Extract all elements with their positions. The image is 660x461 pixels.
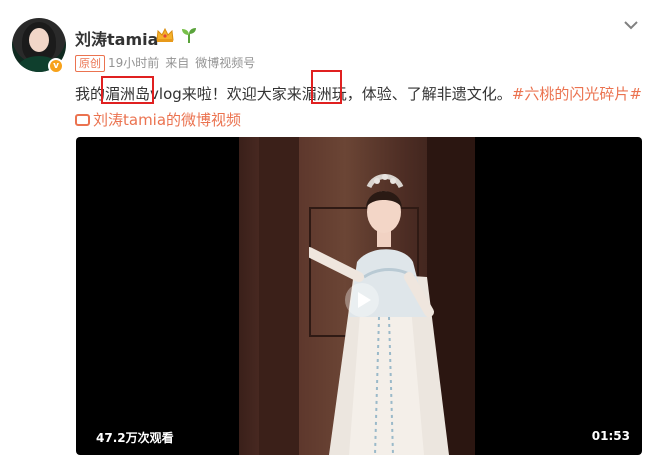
verified-badge-icon: v	[48, 58, 64, 74]
post-time[interactable]: 19小时前	[108, 56, 159, 70]
post-text-segment: vlog来啦！欢迎大家来	[150, 85, 302, 103]
post-text-segment: 玩，体验、了解非遗文化。	[331, 85, 512, 103]
crown-icon[interactable]	[155, 27, 175, 43]
video-link[interactable]: 刘涛tamia的微博视频	[75, 111, 241, 129]
view-count: 47.2万次观看	[96, 431, 174, 445]
avatar-face	[29, 28, 49, 52]
play-icon[interactable]	[344, 282, 380, 318]
video-link-label: 刘涛tamia的微博视频	[93, 111, 242, 129]
video-person-image	[309, 174, 449, 455]
original-tag: 原创	[75, 55, 105, 72]
highlight-box	[311, 70, 342, 104]
highlight-box	[101, 76, 154, 104]
username[interactable]: 刘涛tamia	[75, 26, 158, 50]
post-meta: 19小时前 来自 微博视频号	[108, 54, 261, 71]
hashtag-link[interactable]: #六桃的闪光碎片#	[512, 85, 642, 103]
sprout-icon[interactable]	[181, 26, 197, 44]
post-source[interactable]: 微博视频号	[195, 56, 255, 70]
video-link-icon	[75, 114, 90, 126]
video-player[interactable]: 47.2万次观看 01:53	[76, 137, 642, 455]
video-duration: 01:53	[591, 429, 630, 443]
weibo-post: v 刘涛tamia 原创 19小时前 来自 微博视频号 我的湄洲岛vlog来啦！欢迎…	[0, 0, 660, 461]
chevron-down-icon[interactable]	[622, 18, 640, 32]
post-text: 我的湄洲岛vlog来啦！欢迎大家来湄洲玩，体验、了解非遗文化。#六桃的闪光碎片#…	[75, 81, 645, 133]
video-door	[259, 137, 299, 455]
from-label: 来自	[165, 56, 190, 70]
